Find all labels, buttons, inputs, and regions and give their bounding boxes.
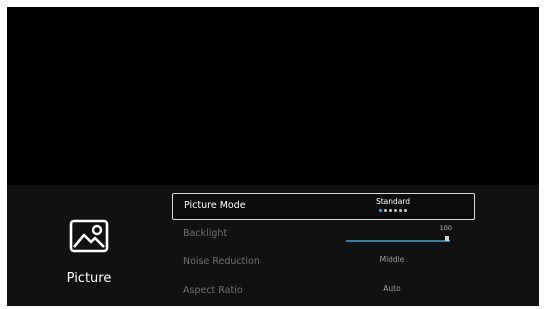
setting-label: Picture Mode [184, 200, 246, 211]
mode-option-dot [379, 209, 382, 212]
mode-option-dot [389, 209, 392, 212]
tv-screen: Picture Picture Mode Standard Backlight … [7, 7, 539, 306]
mode-option-dots [371, 209, 415, 212]
backlight-slider-track[interactable] [346, 240, 450, 242]
picture-icon [68, 217, 110, 255]
mode-option-dot [394, 209, 397, 212]
video-area [7, 7, 539, 185]
setting-value: Middle [379, 255, 405, 264]
setting-label: Noise Reduction [183, 256, 260, 267]
setting-picture-mode[interactable]: Picture Mode Standard [172, 193, 475, 220]
setting-noise-reduction[interactable]: Noise Reduction Middle [172, 250, 475, 277]
setting-aspect-ratio[interactable]: Aspect Ratio Auto [172, 279, 475, 306]
setting-label: Aspect Ratio [183, 285, 243, 296]
mode-option-dot [384, 209, 387, 212]
category-picture[interactable]: Picture [47, 215, 133, 295]
mode-option-dot [404, 209, 407, 212]
setting-value: Standard [375, 197, 411, 206]
settings-menu-panel: Picture Picture Mode Standard Backlight … [7, 185, 539, 306]
category-label: Picture [66, 271, 112, 286]
setting-backlight[interactable]: Backlight 100 [172, 222, 475, 249]
mode-option-dot [399, 209, 402, 212]
backlight-slider-knob[interactable] [445, 236, 449, 241]
setting-value: Auto [383, 284, 401, 293]
setting-label: Backlight [183, 228, 228, 239]
backlight-value: 100 [439, 224, 452, 232]
